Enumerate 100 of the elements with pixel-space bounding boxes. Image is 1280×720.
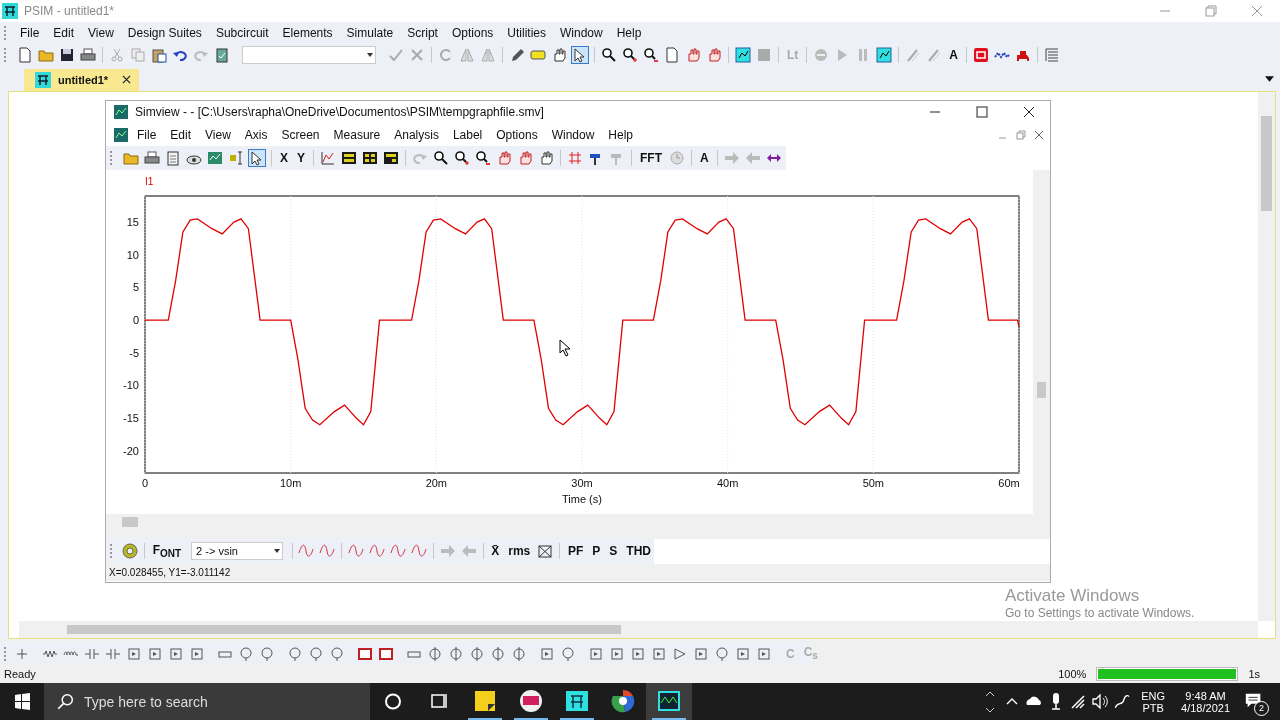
dropdown-icon[interactable] xyxy=(1265,75,1274,82)
menu-item[interactable]: Help xyxy=(601,125,640,144)
y-tick-label: 5 xyxy=(132,281,139,294)
menu-item[interactable]: Elements xyxy=(275,23,340,42)
printer-icon[interactable] xyxy=(143,148,161,167)
notification-badge: 2 xyxy=(1254,701,1269,716)
y-tick-label: -20 xyxy=(123,444,139,457)
menu-item[interactable]: View xyxy=(198,125,238,144)
app-icon xyxy=(2,3,18,19)
menu-item[interactable]: Simulate xyxy=(339,23,401,42)
clock-date[interactable]: 4/18/2021 xyxy=(1181,701,1230,714)
close-icon[interactable] xyxy=(122,75,132,85)
meter-icon[interactable] xyxy=(713,644,731,663)
series-label: I1 xyxy=(145,175,154,187)
menu-item[interactable]: Axis xyxy=(237,125,275,144)
document-tab[interactable]: untitled1* xyxy=(24,68,140,91)
pointer-icon[interactable] xyxy=(248,148,266,167)
meter-icon[interactable] xyxy=(286,644,304,663)
framed-box-icon[interactable] xyxy=(972,46,990,65)
x-tick-label: 30m xyxy=(571,476,593,489)
meter-icon[interactable] xyxy=(258,644,276,663)
menu-item[interactable]: Analysis xyxy=(387,125,446,144)
clipboard-icon[interactable] xyxy=(213,46,231,65)
activation-notice: Activate Windows xyxy=(1005,585,1141,606)
status-text: Ready xyxy=(4,668,36,681)
chart-window-icon[interactable] xyxy=(875,46,894,65)
mouse-cursor-icon xyxy=(559,339,571,357)
document-icon[interactable] xyxy=(16,46,34,65)
signal-dropdown[interactable]: 2 -> vsin xyxy=(191,542,283,561)
menu-item[interactable]: Script xyxy=(400,23,445,42)
x-tick-label: 20m xyxy=(425,476,448,489)
toolbar-button[interactable]: S xyxy=(606,544,621,559)
meter-icon[interactable] xyxy=(328,644,346,663)
x-tick-label: 10m xyxy=(279,476,302,489)
menu-item[interactable]: Design Suites xyxy=(120,23,209,42)
elapsed-time: 1s xyxy=(1248,668,1260,681)
meter-icon[interactable] xyxy=(559,644,577,663)
chart-window-icon[interactable] xyxy=(734,46,752,65)
toolbar-button[interactable]: Y xyxy=(294,150,309,165)
vertical-scrollbar[interactable] xyxy=(1258,91,1275,621)
toolbar-button[interactable]: A xyxy=(946,48,961,63)
menu-item[interactable]: Screen xyxy=(274,125,327,144)
menu-item[interactable]: Options xyxy=(444,23,501,42)
toolbar-button[interactable]: rms xyxy=(505,544,534,559)
flip-icon[interactable] xyxy=(479,46,497,65)
keyboard-layout[interactable]: PTB xyxy=(1142,701,1164,714)
chart-window-icon[interactable] xyxy=(646,683,692,720)
pointer-icon[interactable] xyxy=(571,46,589,65)
gear-icon[interactable] xyxy=(120,542,139,561)
menu-item[interactable]: Options xyxy=(489,125,545,144)
menu-item[interactable]: View xyxy=(81,23,121,42)
toolbar-button[interactable]: X̄ xyxy=(488,544,503,559)
menu-item[interactable]: Measure xyxy=(326,125,388,144)
vertical-scrollbar[interactable] xyxy=(1033,169,1050,514)
app-icon xyxy=(34,70,52,89)
y-tick-label: 0 xyxy=(132,313,139,326)
zoom-in-icon[interactable] xyxy=(621,46,639,65)
search-icon xyxy=(56,693,74,711)
toolbar-button[interactable]: F$_{ONT}$ xyxy=(149,543,185,560)
list-icon[interactable] xyxy=(1043,46,1061,65)
source-icon[interactable] xyxy=(468,644,486,663)
menu-item[interactable]: Edit xyxy=(46,23,82,42)
toolbar-button[interactable]: A xyxy=(697,150,712,165)
paste-icon[interactable] xyxy=(150,46,168,65)
clipboard-icon[interactable] xyxy=(164,148,182,167)
source-icon[interactable] xyxy=(426,644,444,663)
horizontal-scrollbar[interactable] xyxy=(19,620,1258,638)
menu-item[interactable]: File xyxy=(130,125,164,144)
language-indicator[interactable]: ENG xyxy=(1141,689,1166,702)
meter-icon[interactable] xyxy=(307,644,325,663)
menu-item[interactable]: Label xyxy=(445,125,490,144)
chart-window-icon xyxy=(112,125,130,144)
menu-item[interactable]: Subcircuit xyxy=(208,23,276,42)
source-icon[interactable] xyxy=(510,644,528,663)
toolbar-button[interactable]: FFT xyxy=(637,150,666,165)
meter-icon[interactable] xyxy=(237,644,255,663)
search-field[interactable]: Type here to search xyxy=(44,683,370,720)
toolbar-button[interactable]: P xyxy=(589,544,604,559)
horizontal-scrollbar[interactable] xyxy=(106,513,1050,530)
menu-item[interactable]: Window xyxy=(553,23,610,42)
zoom-percent: 100% xyxy=(1058,668,1087,681)
source-icon[interactable] xyxy=(489,644,507,663)
x-tick-label: 0 xyxy=(141,476,149,489)
zoom-in-icon[interactable] xyxy=(453,148,472,167)
toolbar-button[interactable]: THD xyxy=(623,544,654,559)
menu-item[interactable]: File xyxy=(13,23,47,42)
crossed-box-icon[interactable] xyxy=(536,542,555,561)
menu-item[interactable]: Edit xyxy=(163,125,199,144)
toolbar-button[interactable]: PF xyxy=(564,544,587,559)
x-tick-label: 50m xyxy=(862,476,885,489)
chart-window-icon xyxy=(112,103,130,122)
source-icon[interactable] xyxy=(447,644,465,663)
menu-item[interactable]: Window xyxy=(544,125,602,144)
toolbar-button[interactable]: X xyxy=(277,150,291,165)
menu-item[interactable]: Utilities xyxy=(500,23,553,42)
menu-item[interactable]: Help xyxy=(609,23,649,42)
clock-time[interactable]: 9:48 AM xyxy=(1185,689,1226,702)
zoom-out-icon[interactable] xyxy=(474,148,493,167)
zoom-out-icon[interactable] xyxy=(642,46,660,65)
flip-icon[interactable] xyxy=(458,46,476,65)
